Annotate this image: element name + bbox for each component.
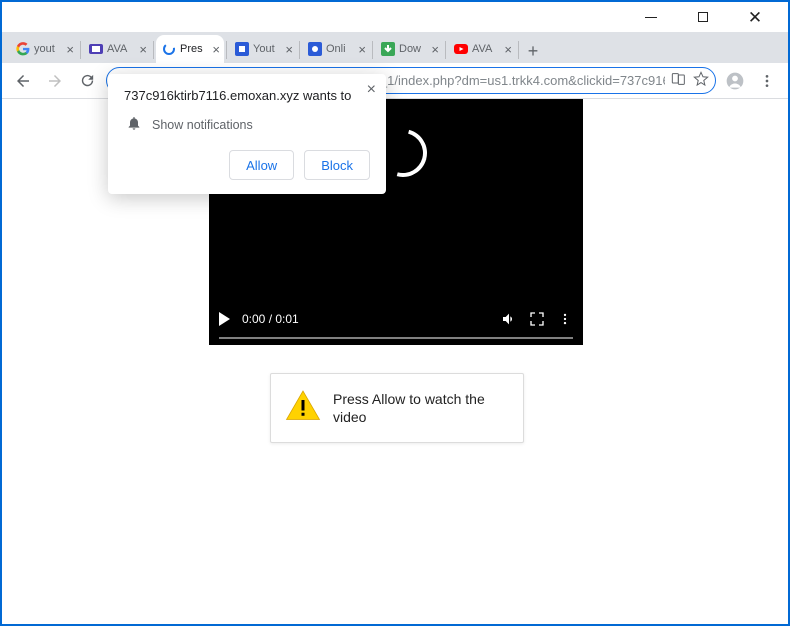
- instruction-box: Press Allow to watch the video: [270, 373, 524, 443]
- dialog-title: 737c916ktirb7116.emoxan.xyz wants to: [124, 88, 370, 111]
- new-tab-button[interactable]: +: [521, 39, 545, 63]
- tab-divider: [153, 41, 154, 59]
- tv-favicon: [89, 42, 103, 56]
- play-icon[interactable]: [219, 312, 230, 326]
- profile-button[interactable]: [722, 68, 748, 94]
- tab-title: Dow: [399, 43, 427, 55]
- translate-icon[interactable]: [671, 71, 687, 90]
- notification-permission-dialog: × 737c916ktirb7116.emoxan.xyz wants to S…: [108, 74, 386, 194]
- youtube-favicon: [454, 42, 468, 56]
- tab-divider: [518, 41, 519, 59]
- tab-close-icon[interactable]: ×: [212, 42, 220, 57]
- window-close-button[interactable]: ✕: [742, 4, 768, 30]
- tab-title: yout: [34, 43, 62, 55]
- warning-icon: [285, 388, 321, 429]
- square-favicon: [235, 42, 249, 56]
- menu-button[interactable]: [754, 68, 780, 94]
- tab-title: Yout: [253, 43, 281, 55]
- tab-3[interactable]: Yout ×: [229, 35, 297, 63]
- tab-0[interactable]: yout ×: [10, 35, 78, 63]
- tab-close-icon[interactable]: ×: [431, 42, 439, 57]
- dialog-close-button[interactable]: ×: [367, 81, 376, 99]
- tab-divider: [80, 41, 81, 59]
- video-progress[interactable]: [219, 337, 573, 339]
- google-favicon: [16, 42, 30, 56]
- allow-button[interactable]: Allow: [229, 150, 294, 180]
- tab-close-icon[interactable]: ×: [66, 42, 74, 57]
- tab-divider: [226, 41, 227, 59]
- tab-divider: [445, 41, 446, 59]
- download-favicon: [381, 42, 395, 56]
- tab-close-icon[interactable]: ×: [504, 42, 512, 57]
- tab-close-icon[interactable]: ×: [358, 42, 366, 57]
- tab-close-icon[interactable]: ×: [285, 42, 293, 57]
- tab-strip: yout × AVA × Pres × Yout × Onli × Dow × …: [2, 32, 788, 63]
- fullscreen-icon[interactable]: [529, 311, 545, 327]
- tab-title: Onli: [326, 43, 354, 55]
- tab-2-active[interactable]: Pres ×: [156, 35, 224, 63]
- dialog-line: Show notifications: [152, 118, 253, 132]
- reload-button[interactable]: [74, 68, 100, 94]
- tab-1[interactable]: AVA ×: [83, 35, 151, 63]
- more-icon[interactable]: [557, 311, 573, 327]
- tab-title: AVA: [472, 43, 500, 55]
- block-button[interactable]: Block: [304, 150, 370, 180]
- tab-5[interactable]: Dow ×: [375, 35, 443, 63]
- instruction-text: Press Allow to watch the video: [333, 390, 509, 426]
- tab-4[interactable]: Onli ×: [302, 35, 370, 63]
- tab-close-icon[interactable]: ×: [139, 42, 147, 57]
- bell-icon: [126, 115, 142, 134]
- tab-title: AVA: [107, 43, 135, 55]
- forward-button[interactable]: [42, 68, 68, 94]
- tab-title: Pres: [180, 43, 208, 55]
- window-minimize-button[interactable]: [638, 4, 664, 30]
- loading-favicon: [162, 42, 176, 56]
- tab-divider: [299, 41, 300, 59]
- video-time: 0:00 / 0:01: [242, 312, 299, 326]
- tab-divider: [372, 41, 373, 59]
- back-button[interactable]: [10, 68, 36, 94]
- tab-6[interactable]: AVA ×: [448, 35, 516, 63]
- star-icon[interactable]: [693, 71, 709, 90]
- dot-favicon: [308, 42, 322, 56]
- window-maximize-button[interactable]: [690, 4, 716, 30]
- volume-icon[interactable]: [501, 311, 517, 327]
